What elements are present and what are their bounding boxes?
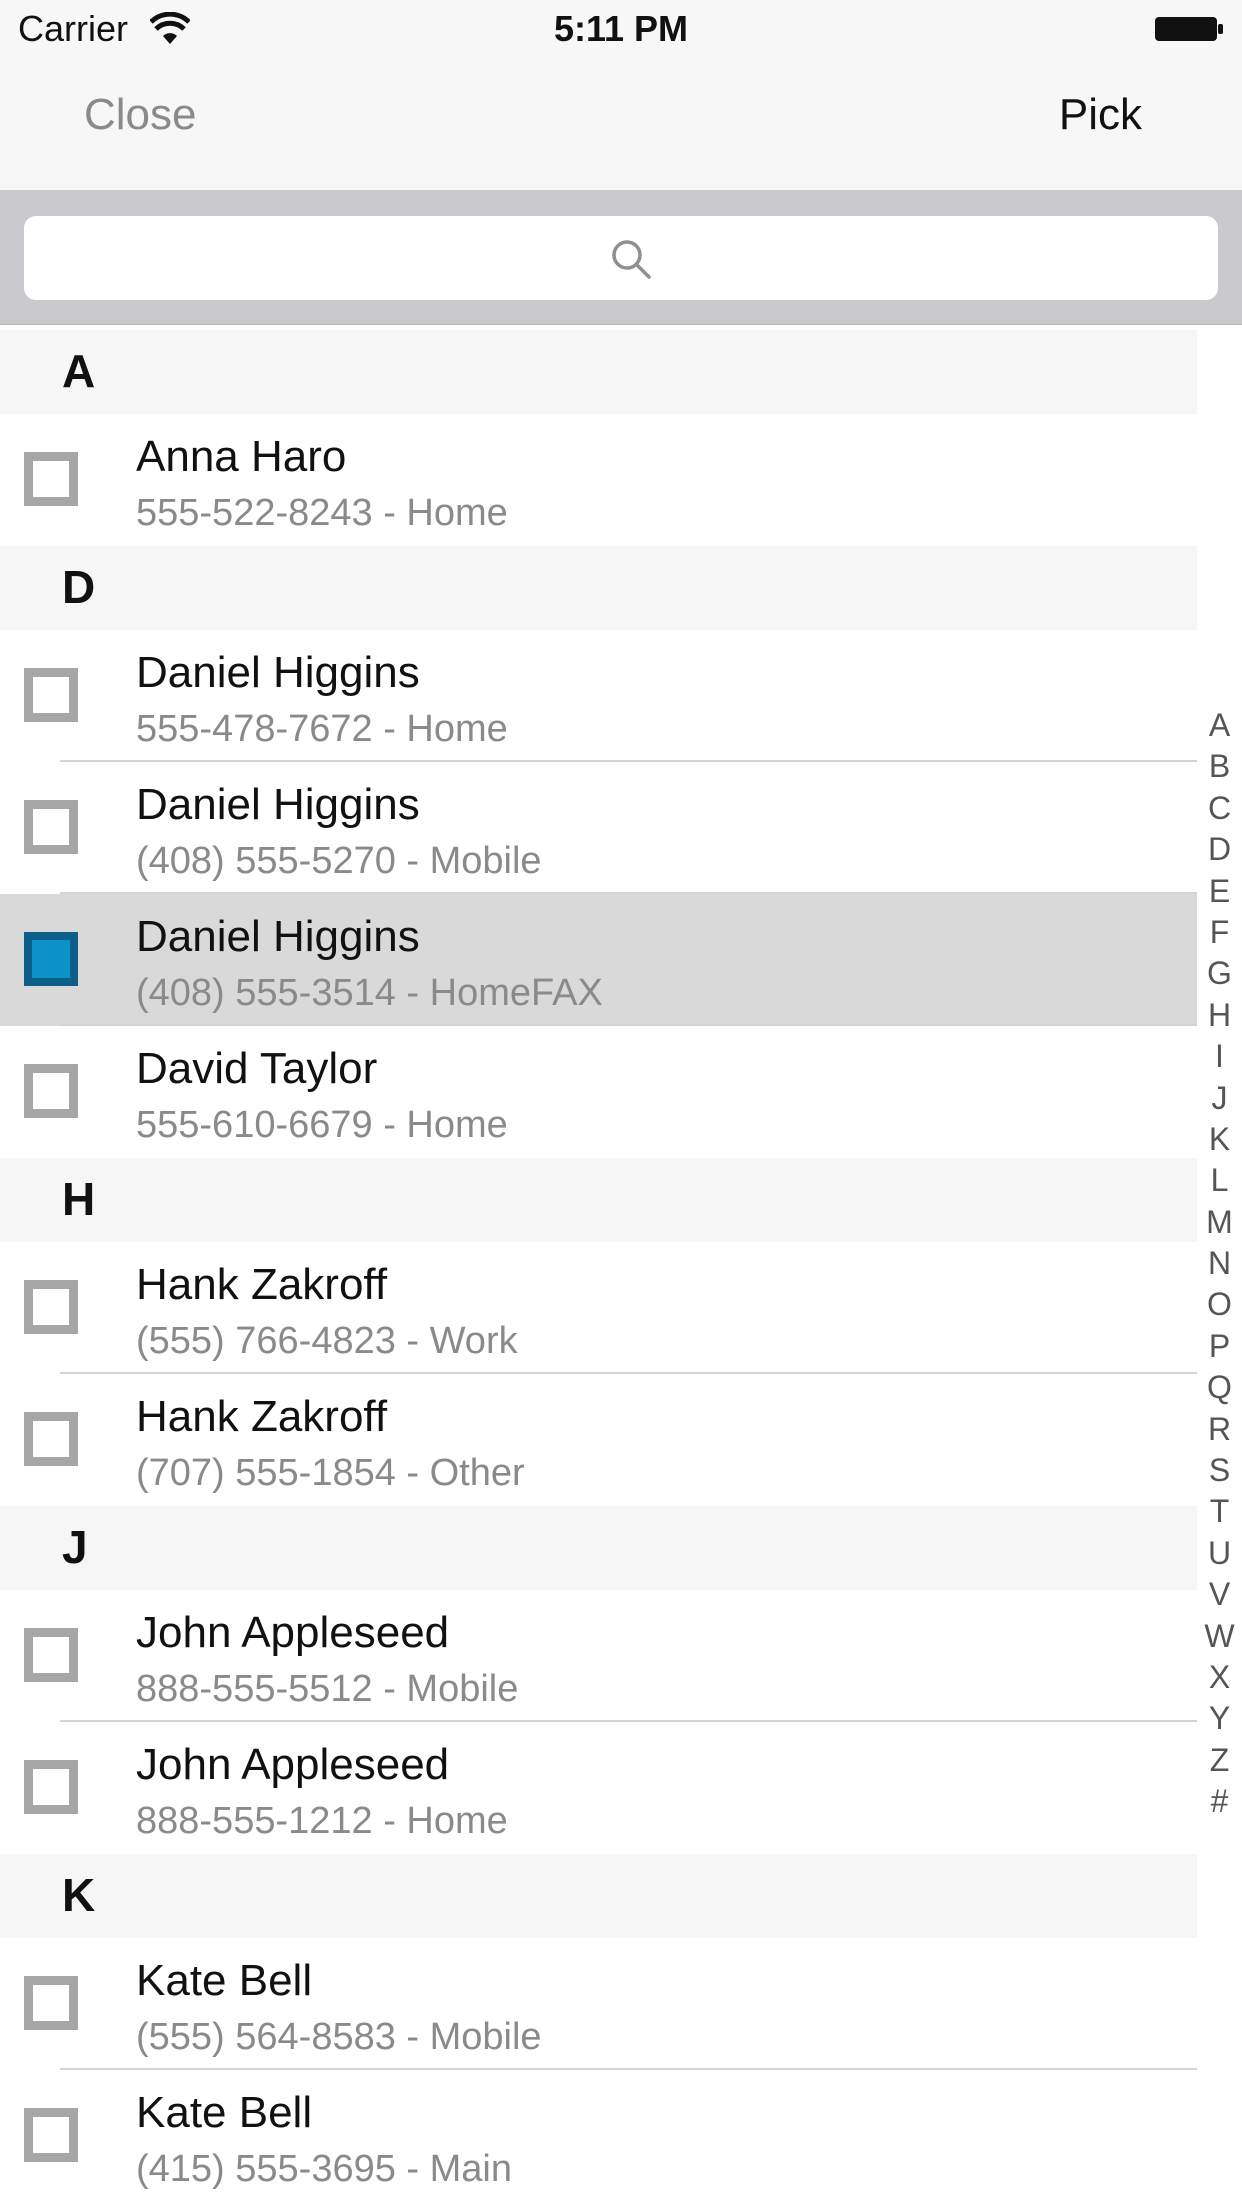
section-header: K — [0, 1854, 1197, 1938]
contact-name: Anna Haro — [136, 432, 347, 481]
battery-icon — [1155, 17, 1223, 41]
contact-row[interactable]: John Appleseed 888-555-1212 - Home — [0, 1722, 1197, 1854]
contact-phone: 888-555-5512 - Mobile — [136, 1668, 519, 1710]
search-input[interactable] — [24, 216, 1218, 300]
index-letter[interactable]: D — [1197, 829, 1242, 870]
pick-button[interactable]: Pick — [1059, 90, 1142, 140]
contact-phone: (408) 555-3514 - HomeFAX — [136, 972, 603, 1014]
contact-list[interactable]: A Anna Haro 555-522-8243 - Home D Daniel Hig… — [0, 330, 1197, 2202]
contact-phone: (555) 564-8583 - Mobile — [136, 2016, 542, 2058]
index-letter[interactable]: C — [1197, 788, 1242, 829]
checkbox[interactable] — [24, 452, 78, 506]
index-letter[interactable]: Z — [1197, 1740, 1242, 1781]
index-letter[interactable]: L — [1197, 1160, 1242, 1201]
contact-name: Hank Zakroff — [136, 1392, 388, 1441]
contact-phone: 888-555-1212 - Home — [136, 1800, 508, 1842]
index-letter[interactable]: Y — [1197, 1698, 1242, 1739]
index-letter[interactable]: K — [1197, 1119, 1242, 1160]
contact-row[interactable]: Daniel Higgins (408) 555-5270 - Mobile — [0, 762, 1197, 894]
section-letter: D — [62, 561, 96, 613]
index-letter[interactable]: H — [1197, 995, 1242, 1036]
index-letter[interactable]: J — [1197, 1078, 1242, 1119]
checkbox[interactable] — [24, 1628, 78, 1682]
section-letter: H — [62, 1173, 96, 1225]
index-letter[interactable]: E — [1197, 871, 1242, 912]
contact-phone: (707) 555-1854 - Other — [136, 1452, 525, 1494]
contact-row[interactable]: Daniel Higgins 555-478-7672 - Home — [0, 630, 1197, 762]
contact-phone: 555-522-8243 - Home — [136, 492, 508, 534]
index-letter[interactable]: R — [1197, 1409, 1242, 1450]
navigation-bar: Close Pick — [0, 60, 1242, 190]
contact-row[interactable]: David Taylor 555-610-6679 - Home — [0, 1026, 1197, 1158]
index-letter[interactable]: S — [1197, 1450, 1242, 1491]
search-bar — [0, 190, 1242, 325]
index-letter[interactable]: M — [1197, 1202, 1242, 1243]
search-icon — [612, 240, 651, 279]
section-letter: A — [62, 345, 96, 397]
index-letter[interactable]: O — [1197, 1284, 1242, 1325]
contact-phone: (555) 766-4823 - Work — [136, 1320, 518, 1362]
contact-row[interactable]: Kate Bell (555) 564-8583 - Mobile — [0, 1938, 1197, 2070]
index-letter[interactable]: # — [1197, 1781, 1242, 1822]
contact-row[interactable]: Anna Haro 555-522-8243 - Home — [0, 414, 1197, 546]
contact-phone: 555-610-6679 - Home — [136, 1104, 508, 1146]
section-header: D — [0, 546, 1197, 630]
index-letter[interactable]: I — [1197, 1036, 1242, 1077]
index-letter[interactable]: F — [1197, 912, 1242, 953]
contact-name: Kate Bell — [136, 2088, 313, 2137]
index-letter[interactable]: X — [1197, 1657, 1242, 1698]
index-letter[interactable]: A — [1197, 705, 1242, 746]
index-letter[interactable]: T — [1197, 1491, 1242, 1532]
contact-name: Kate Bell — [136, 1956, 313, 2005]
index-letter[interactable]: N — [1197, 1243, 1242, 1284]
index-letter[interactable]: G — [1197, 953, 1242, 994]
checkbox[interactable] — [24, 1976, 78, 2030]
index-letter[interactable]: Q — [1197, 1367, 1242, 1408]
contact-row[interactable]: Hank Zakroff (707) 555-1854 - Other — [0, 1374, 1197, 1506]
contact-name: John Appleseed — [136, 1608, 450, 1657]
index-letter[interactable]: W — [1197, 1616, 1242, 1657]
section-letter: K — [62, 1869, 96, 1921]
section-letter: J — [62, 1521, 88, 1573]
section-header: J — [0, 1506, 1197, 1590]
section-header: A — [0, 330, 1197, 414]
contact-row[interactable]: Daniel Higgins (408) 555-3514 - HomeFAX — [0, 894, 1197, 1026]
section-header: H — [0, 1158, 1197, 1242]
close-button[interactable]: Close — [84, 90, 197, 140]
checkbox[interactable] — [24, 1760, 78, 1814]
checkbox[interactable] — [24, 800, 78, 854]
index-letter[interactable]: B — [1197, 746, 1242, 787]
checkbox[interactable] — [24, 1280, 78, 1334]
contact-name: Daniel Higgins — [136, 648, 420, 697]
contact-name: Daniel Higgins — [136, 912, 420, 961]
contact-phone: (408) 555-5270 - Mobile — [136, 840, 542, 882]
contact-name: David Taylor — [136, 1044, 378, 1093]
contact-name: John Appleseed — [136, 1740, 450, 1789]
index-letter[interactable]: U — [1197, 1533, 1242, 1574]
index-letter[interactable]: V — [1197, 1574, 1242, 1615]
checkbox[interactable] — [24, 1064, 78, 1118]
contact-row[interactable]: Kate Bell (415) 555-3695 - Main — [0, 2070, 1197, 2202]
contact-row[interactable]: Hank Zakroff (555) 766-4823 - Work — [0, 1242, 1197, 1374]
contact-phone: (415) 555-3695 - Main — [136, 2148, 512, 2190]
contact-name: Daniel Higgins — [136, 780, 420, 829]
contact-phone: 555-478-7672 - Home — [136, 708, 508, 750]
status-bar: Carrier 5:11 PM — [0, 0, 1242, 60]
contact-row[interactable]: John Appleseed 888-555-5512 - Mobile — [0, 1590, 1197, 1722]
contact-name: Hank Zakroff — [136, 1260, 388, 1309]
index-letter[interactable]: P — [1197, 1326, 1242, 1367]
checkbox[interactable] — [24, 2108, 78, 2162]
section-index[interactable]: A B C D E F G H I J K L M N O P Q R S T U V W X Y Z # — [1197, 705, 1242, 1823]
checkbox[interactable] — [24, 1412, 78, 1466]
checkbox-checked[interactable] — [24, 932, 78, 986]
checkbox[interactable] — [24, 668, 78, 722]
status-time: 5:11 PM — [553, 8, 689, 49]
